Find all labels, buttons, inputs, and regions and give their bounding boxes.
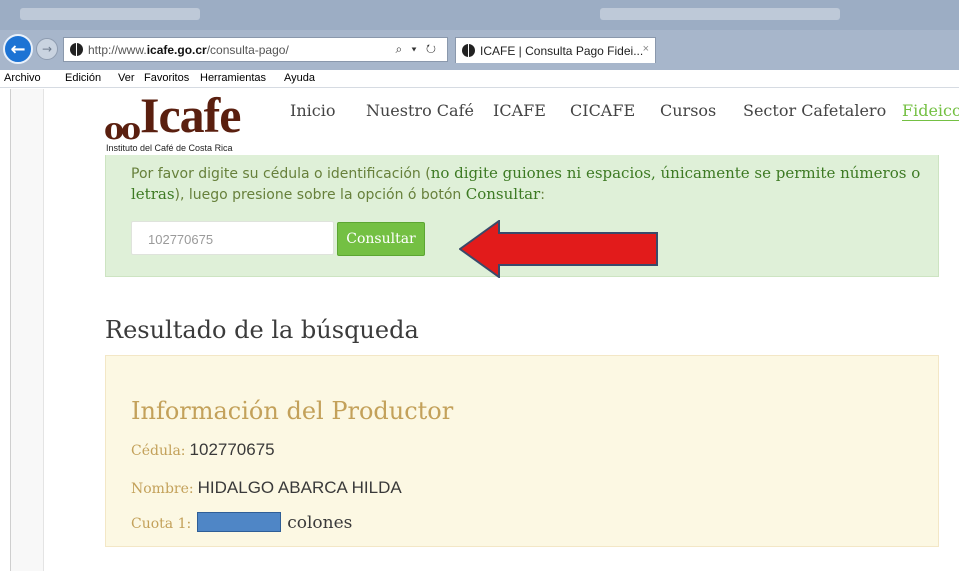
nav-inicio[interactable]: Inicio	[290, 101, 335, 120]
logo-beans: oo	[104, 112, 141, 147]
tab-icafe[interactable]: ICAFE | Consulta Pago Fidei... ×	[455, 37, 656, 63]
red-arrow-icon	[459, 220, 658, 278]
menu-favoritos[interactable]: Favoritos	[144, 72, 189, 84]
url-path: /consulta-pago/	[206, 43, 289, 57]
cedula-label: Cédula:	[131, 443, 186, 459]
nav-nuestro-cafe[interactable]: Nuestro Café	[366, 101, 474, 120]
nombre-row: Nombre: HIDALGO ABARCA HILDA	[131, 478, 402, 498]
search-instructions: Por favor digite su cédula o identificac…	[131, 163, 931, 205]
instr-highlight-2: Consultar	[465, 184, 541, 203]
cuota-currency: colones	[287, 513, 353, 533]
forward-arrow-icon: →	[41, 42, 53, 56]
instr-text-1: Por favor digite su cédula o identificac…	[131, 166, 431, 182]
page-left-gutter	[10, 89, 44, 571]
menu-ver[interactable]: Ver	[118, 72, 135, 84]
red-arrow-annotation	[459, 220, 658, 278]
consultar-label: Consultar	[346, 231, 416, 247]
browser-window: ← → http://www.icafe.go.cr/consulta-pago…	[0, 0, 959, 571]
results-heading: Resultado de la búsqueda	[105, 316, 419, 344]
site-favicon-icon	[70, 43, 83, 56]
tab-favicon-icon	[462, 44, 475, 57]
nav-icafe[interactable]: ICAFE	[493, 101, 546, 120]
title-bar	[0, 0, 959, 30]
forward-button[interactable]: →	[36, 38, 58, 60]
producer-info-title: Información del Productor	[131, 397, 454, 425]
menu-ayuda[interactable]: Ayuda	[284, 72, 315, 84]
consultar-button[interactable]: Consultar	[337, 222, 425, 256]
redacted-amount	[197, 512, 282, 532]
url-prefix: http://www.	[88, 43, 147, 57]
id-search-input[interactable]: 102770675	[131, 221, 334, 255]
address-url[interactable]: http://www.icafe.go.cr/consulta-pago/	[88, 43, 289, 57]
address-controls[interactable]: ⌕ ▾ ↻	[395, 42, 439, 57]
instr-text-3: :	[540, 186, 545, 203]
menu-edicion[interactable]: Edición	[65, 72, 101, 84]
cedula-row: Cédula: 102770675	[131, 440, 275, 460]
menu-bar: Archivo Edición Ver Favoritos Herramient…	[0, 70, 959, 88]
nav-fideicomiso[interactable]: Fideico	[902, 101, 959, 121]
cedula-value: 102770675	[189, 440, 275, 459]
icafe-logo[interactable]: oo Icafe Instituto del Café de Costa Ric…	[104, 88, 274, 156]
blurred-window-title	[600, 8, 840, 20]
menu-herramientas[interactable]: Herramientas	[200, 72, 266, 84]
nav-cursos[interactable]: Cursos	[660, 101, 716, 120]
nombre-value: HIDALGO ABARCA HILDA	[197, 478, 402, 497]
blurred-toolbar-icons	[20, 8, 200, 20]
nav-sector-cafetalero[interactable]: Sector Cafetalero	[743, 101, 886, 120]
menu-archivo[interactable]: Archivo	[4, 72, 41, 84]
back-button[interactable]: ←	[3, 34, 33, 64]
instr-text-2: ), luego presione sobre la opción ó botó…	[174, 186, 466, 203]
cuota-label: Cuota 1:	[131, 516, 192, 532]
url-domain: icafe.go.cr	[146, 43, 207, 57]
nombre-label: Nombre:	[131, 481, 194, 497]
nav-cicafe[interactable]: CICAFE	[570, 101, 635, 120]
tab-title: ICAFE | Consulta Pago Fidei...	[480, 44, 644, 58]
tab-close-icon[interactable]: ×	[643, 43, 649, 55]
logo-subtitle: Instituto del Café de Costa Rica	[106, 143, 233, 153]
logo-wordmark: Icafe	[140, 87, 241, 143]
back-arrow-icon: ←	[10, 38, 26, 60]
address-bar[interactable]: http://www.icafe.go.cr/consulta-pago/ ⌕ …	[63, 37, 448, 62]
cuota-row: Cuota 1: colones	[131, 512, 352, 533]
